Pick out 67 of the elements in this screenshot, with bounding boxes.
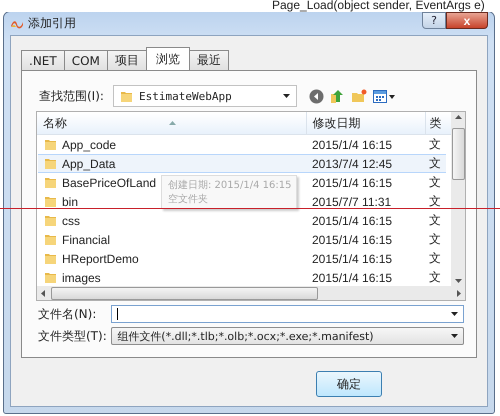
view-menu-icon[interactable] xyxy=(373,90,395,102)
file-type-dropdown[interactable]: 组件文件(*.dll;*.tlb;*.olb;*.ocx;*.exe;*.manifest) xyxy=(111,327,464,345)
tooltip-text: 创建日期: 2015/1/4 16:15 xyxy=(168,180,290,192)
code-text: Page_Load(object sender, EventArgs e) xyxy=(272,0,485,12)
modified-date: 2015/1/4 16:15 xyxy=(311,270,394,286)
folder-icon xyxy=(44,214,57,227)
column-header[interactable]: 名称 xyxy=(37,112,307,134)
type-cell-text: 文 xyxy=(428,269,442,286)
column-header[interactable]: 修改日期 xyxy=(306,112,426,134)
modified-date: 2015/1/4 16:15 xyxy=(311,250,394,268)
modified-date: 2013/7/4 12:45 xyxy=(308,154,426,173)
modified-date: 2015/7/7 11:31 xyxy=(311,194,392,210)
tab[interactable]: 最近 xyxy=(188,50,229,70)
type-cell-text: 文 xyxy=(428,212,442,229)
folder-item[interactable]: App_code xyxy=(38,135,308,154)
type-cell-text: 文 xyxy=(428,174,442,191)
look-in-dropdown[interactable]: EstimateWebApp xyxy=(113,85,297,107)
scroll-up-icon[interactable] xyxy=(454,115,462,119)
file-type-label: 文件类型(T): xyxy=(37,328,108,344)
file-name-label: 文件名(N): xyxy=(37,306,98,322)
folder-item[interactable]: images xyxy=(38,268,308,286)
folder-item[interactable]: HReportDemo xyxy=(38,249,308,268)
modified-date: 2015/1/4 16:15 xyxy=(311,232,394,248)
close-button[interactable]: x xyxy=(446,12,488,29)
type-cell-text: 文 xyxy=(428,136,442,153)
dropdown-arrow-icon[interactable] xyxy=(451,334,458,338)
folder-icon xyxy=(44,271,57,284)
new-folder-icon[interactable] xyxy=(351,89,367,103)
tab[interactable]: 浏览 xyxy=(146,47,190,70)
folder-icon xyxy=(44,176,57,189)
app-icon xyxy=(10,18,24,28)
tab[interactable]: COM xyxy=(64,50,108,70)
window-title: 添加引用 xyxy=(28,15,77,32)
sort-arrow-icon xyxy=(168,121,176,125)
modified-date: 2015/1/4 16:15 xyxy=(311,212,394,230)
folder-icon xyxy=(44,252,57,265)
up-folder-icon[interactable] xyxy=(330,88,345,104)
folder-icon xyxy=(44,138,57,151)
type-cell-text: 文 xyxy=(428,193,442,210)
tooltip-text: 空文件夹 xyxy=(168,194,209,206)
folder-icon xyxy=(120,90,133,102)
modified-date: 2015/1/4 16:15 xyxy=(311,136,394,154)
folder-item[interactable]: App_Data xyxy=(38,154,308,173)
look-in-label: 查找范围(I): xyxy=(38,88,105,104)
folder-icon xyxy=(44,233,57,246)
file-name-field[interactable] xyxy=(111,305,464,323)
back-icon[interactable] xyxy=(309,88,324,104)
scroll-down-icon[interactable] xyxy=(454,279,462,283)
ok-button[interactable]: 确定 xyxy=(316,371,382,397)
folder-icon xyxy=(44,195,57,208)
scroll-right-icon[interactable] xyxy=(457,290,461,296)
modified-date: 2015/1/4 16:15 xyxy=(311,174,394,192)
vertical-scrollbar[interactable] xyxy=(451,112,465,286)
horizontal-scrollbar[interactable] xyxy=(37,286,465,300)
column-header[interactable]: 类 xyxy=(426,112,451,134)
type-cell: 文 xyxy=(426,154,446,173)
tab[interactable]: .NET xyxy=(21,50,65,70)
tab[interactable]: 项目 xyxy=(106,50,147,70)
help-button[interactable]: ? xyxy=(422,12,446,29)
scroll-left-icon[interactable] xyxy=(41,290,45,296)
folder-icon xyxy=(44,157,57,170)
dropdown-arrow-icon[interactable] xyxy=(451,312,458,316)
folder-item[interactable]: Financial xyxy=(38,230,308,249)
type-cell-text: 文 xyxy=(428,250,442,267)
folder-item[interactable]: css xyxy=(38,211,308,230)
dropdown-arrow-icon[interactable] xyxy=(283,94,290,98)
type-cell-text: 文 xyxy=(428,231,442,248)
